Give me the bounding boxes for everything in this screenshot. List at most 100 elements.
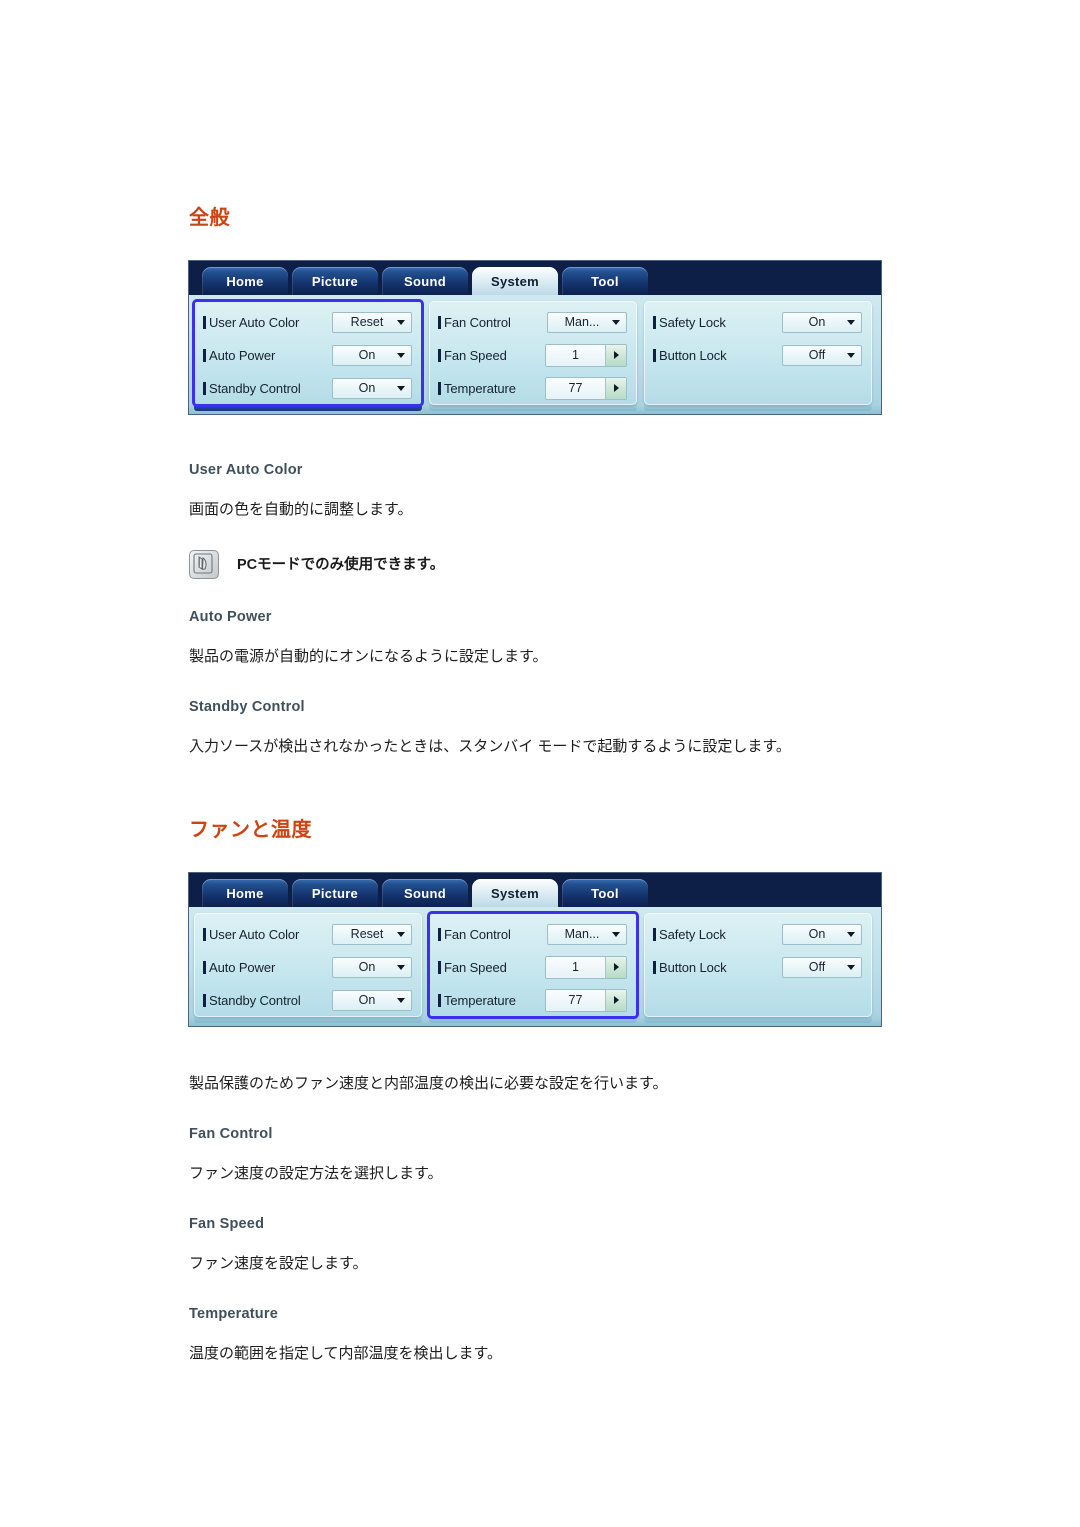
- osd-select-standby-control[interactable]: On: [332, 989, 412, 1011]
- osd-stepper-next-button[interactable]: [605, 989, 626, 1011]
- osd-select-auto-power[interactable]: On: [332, 956, 412, 978]
- osd-tabbar: Home Picture Sound System Tool: [189, 261, 881, 295]
- bullet-icon: [203, 348, 206, 362]
- osd-row-auto-power[interactable]: Auto Power On: [203, 955, 412, 979]
- bullet-icon: [203, 993, 206, 1007]
- osd-column-fan[interactable]: Fan Control Man... Fan Speed 1 Temperatu…: [427, 911, 639, 1019]
- chevron-right-icon: [613, 384, 619, 392]
- osd-select-user-auto-color[interactable]: Reset: [332, 923, 412, 945]
- osd-row-fan-speed[interactable]: Fan Speed 1: [438, 955, 627, 979]
- chevron-down-icon: [397, 931, 405, 937]
- osd-select-button-lock[interactable]: Off: [782, 344, 862, 366]
- osd-tab-system[interactable]: System: [472, 879, 558, 907]
- osd-select-standby-control[interactable]: On: [332, 377, 412, 399]
- osd-select-fan-control[interactable]: Man...: [547, 311, 627, 333]
- osd-tabbar: Home Picture Sound System Tool: [189, 873, 881, 907]
- osd-row-button-lock[interactable]: Button Lock Off: [653, 343, 862, 367]
- osd-label: Auto Power: [209, 959, 276, 975]
- osd-column-general[interactable]: User Auto Color Reset Auto Power On Stan…: [192, 299, 424, 407]
- osd-label: Temperature: [444, 992, 516, 1008]
- osd-stepper-value: 1: [546, 956, 605, 978]
- osd-tab-home[interactable]: Home: [202, 879, 288, 907]
- osd-stepper-temperature[interactable]: 77: [545, 376, 627, 400]
- osd-column-general[interactable]: User Auto Color Reset Auto Power On Stan…: [194, 913, 422, 1017]
- osd-stepper-next-button[interactable]: [605, 344, 626, 366]
- section-heading-general: 全般: [189, 207, 230, 229]
- osd-tab-tool[interactable]: Tool: [562, 267, 648, 295]
- osd-footer-bar: [644, 405, 872, 411]
- osd-tab-sound[interactable]: Sound: [382, 267, 468, 295]
- osd-select-value: Reset: [350, 927, 384, 941]
- osd-tab-sound[interactable]: Sound: [382, 879, 468, 907]
- osd-label: Auto Power: [209, 347, 276, 363]
- osd-select-safety-lock[interactable]: On: [782, 923, 862, 945]
- chevron-down-icon: [397, 964, 405, 970]
- sub-heading-fan-speed: Fan Speed: [189, 1216, 265, 1232]
- osd-select-value: Off: [808, 348, 826, 362]
- osd-footer: [189, 405, 881, 414]
- osd-label: Button Lock: [659, 959, 727, 975]
- osd-row-fan-control[interactable]: Fan Control Man...: [438, 310, 627, 334]
- osd-stepper-fan-speed[interactable]: 1: [545, 343, 627, 367]
- osd-row-user-auto-color[interactable]: User Auto Color Reset: [203, 310, 412, 334]
- osd-label: User Auto Color: [209, 314, 300, 330]
- osd-row-standby-control[interactable]: Standby Control On: [203, 376, 412, 400]
- osd-screenshot-fan: Home Picture Sound System Tool User Auto…: [189, 873, 881, 1026]
- osd-select-fan-control[interactable]: Man...: [547, 923, 627, 945]
- osd-column-lock[interactable]: Safety Lock On Button Lock Off: [644, 913, 872, 1017]
- osd-screenshot-general: Home Picture Sound System Tool User Auto…: [189, 261, 881, 414]
- sub-heading-temperature: Temperature: [189, 1306, 278, 1322]
- bullet-icon: [653, 927, 656, 941]
- osd-select-value: On: [358, 993, 376, 1007]
- chevron-down-icon: [612, 931, 620, 937]
- osd-row-fan-speed[interactable]: Fan Speed 1: [438, 343, 627, 367]
- osd-select-value: On: [358, 960, 376, 974]
- chevron-down-icon: [847, 931, 855, 937]
- body-text-fan-intro: 製品保護のためファン速度と内部温度の検出に必要な設定を行います。: [189, 1075, 668, 1092]
- bullet-icon: [203, 381, 206, 395]
- osd-row-button-lock[interactable]: Button Lock Off: [653, 955, 862, 979]
- osd-select-button-lock[interactable]: Off: [782, 956, 862, 978]
- osd-stepper-fan-speed[interactable]: 1: [545, 955, 627, 979]
- osd-tab-home[interactable]: Home: [202, 267, 288, 295]
- osd-row-temperature[interactable]: Temperature 77: [438, 376, 627, 400]
- osd-stepper-temperature[interactable]: 77: [545, 988, 627, 1012]
- chevron-down-icon: [397, 319, 405, 325]
- osd-footer-bar-selected: [194, 405, 422, 411]
- osd-stepper-next-button[interactable]: [605, 956, 626, 978]
- osd-select-auto-power[interactable]: On: [332, 344, 412, 366]
- osd-label: Button Lock: [659, 347, 727, 363]
- osd-row-safety-lock[interactable]: Safety Lock On: [653, 310, 862, 334]
- osd-select-safety-lock[interactable]: On: [782, 311, 862, 333]
- osd-row-user-auto-color[interactable]: User Auto Color Reset: [203, 922, 412, 946]
- osd-column-fan[interactable]: Fan Control Man... Fan Speed 1 Temperatu…: [429, 301, 637, 405]
- osd-row-safety-lock[interactable]: Safety Lock On: [653, 922, 862, 946]
- osd-select-user-auto-color[interactable]: Reset: [332, 311, 412, 333]
- sub-heading-standby-control: Standby Control: [189, 699, 305, 715]
- bullet-icon: [438, 315, 441, 329]
- osd-tab-tool[interactable]: Tool: [562, 879, 648, 907]
- body-text-temperature: 温度の範囲を指定して内部温度を検出します。: [189, 1345, 503, 1362]
- osd-footer: [189, 1017, 881, 1026]
- bullet-icon: [653, 960, 656, 974]
- osd-row-temperature[interactable]: Temperature 77: [438, 988, 627, 1012]
- osd-row-fan-control[interactable]: Fan Control Man...: [438, 922, 627, 946]
- note-pencil-icon: [189, 550, 219, 579]
- osd-tab-picture[interactable]: Picture: [292, 267, 378, 295]
- osd-select-value: Off: [808, 960, 826, 974]
- osd-stepper-next-button[interactable]: [605, 377, 626, 399]
- osd-column-lock[interactable]: Safety Lock On Button Lock Off: [644, 301, 872, 405]
- bullet-icon: [203, 927, 206, 941]
- osd-row-standby-control[interactable]: Standby Control On: [203, 988, 412, 1012]
- sub-heading-fan-control: Fan Control: [189, 1126, 273, 1142]
- osd-footer-bar: [644, 1017, 872, 1023]
- osd-tab-system[interactable]: System: [472, 267, 558, 295]
- chevron-right-icon: [613, 996, 619, 1004]
- osd-stepper-value: 77: [546, 989, 605, 1011]
- body-text-auto-power: 製品の電源が自動的にオンになるように設定します。: [189, 648, 548, 665]
- document-page: 全般 Home Picture Sound System Tool User A…: [0, 0, 1080, 1527]
- osd-row-auto-power[interactable]: Auto Power On: [203, 343, 412, 367]
- osd-label: Fan Control: [444, 314, 511, 330]
- osd-tab-picture[interactable]: Picture: [292, 879, 378, 907]
